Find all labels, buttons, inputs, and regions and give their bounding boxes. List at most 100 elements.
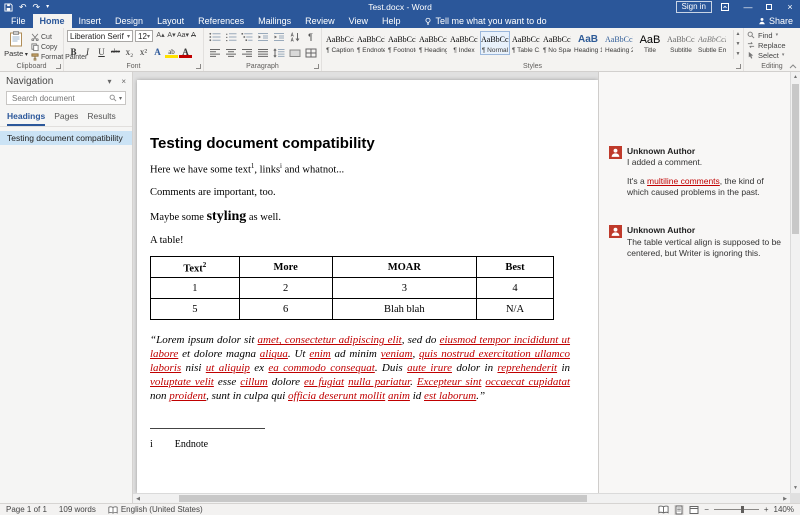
font-color-button[interactable]: A — [179, 45, 192, 58]
style-heading[interactable]: AaBbCcI ¶ Heading — [418, 31, 448, 55]
redo-button[interactable]: ↷ — [33, 0, 41, 14]
ribbon-tab-references[interactable]: References — [191, 14, 251, 28]
customize-qat-dropdown-icon[interactable]: ▾ — [46, 0, 49, 14]
align-center-icon[interactable] — [223, 46, 238, 59]
ribbon-tab-help[interactable]: Help — [375, 14, 408, 28]
borders-icon[interactable] — [303, 46, 318, 59]
cut-button[interactable]: Cut — [31, 33, 60, 41]
text-highlight-color-button[interactable]: ab — [165, 45, 178, 58]
font-dialog-launcher[interactable] — [196, 64, 201, 69]
increase-indent-icon[interactable] — [271, 30, 286, 43]
style-endnote-c[interactable]: AaBbCcI ¶ Endnote C... — [356, 31, 386, 55]
ribbon-tab-review[interactable]: Review — [298, 14, 342, 28]
vertical-scrollbar[interactable]: ▲ ▼ — [790, 72, 800, 493]
style-caption[interactable]: AaBbCcI ¶ Caption — [325, 31, 355, 55]
comment-1[interactable]: Unknown Author I added a comment. It's a m… — [609, 146, 782, 198]
navigation-close-icon[interactable]: × — [121, 77, 126, 86]
zoom-in-button[interactable]: + — [764, 505, 769, 514]
clipboard-dialog-launcher[interactable] — [56, 64, 61, 69]
copy-button[interactable]: Copy — [31, 43, 60, 51]
styles-dialog-launcher[interactable] — [736, 64, 741, 69]
underline-button[interactable]: U — [95, 45, 108, 58]
change-case-button[interactable]: Aa▾ — [177, 30, 189, 42]
subscript-button[interactable]: x₂ — [123, 45, 136, 58]
ribbon-display-options-button[interactable] — [721, 3, 733, 11]
scroll-down-icon[interactable]: ▼ — [791, 483, 800, 493]
save-icon[interactable] — [4, 2, 13, 12]
styles-more-icon[interactable]: ▼ — [734, 50, 742, 59]
collapse-ribbon-icon[interactable] — [789, 64, 797, 69]
style-heading-1[interactable]: AaB Heading 1 — [573, 31, 603, 55]
font-size-combo[interactable]: 12 ▾ — [135, 30, 153, 42]
horizontal-scrollbar[interactable]: ◀ ▶ — [133, 493, 790, 503]
styles-scroll-up-icon[interactable]: ▲ — [734, 30, 742, 39]
zoom-level[interactable]: 140% — [774, 505, 794, 514]
restore-button[interactable] — [763, 0, 775, 14]
superscript-button[interactable]: x² — [137, 45, 150, 58]
clear-formatting-button[interactable]: A — [188, 30, 199, 42]
style-normal[interactable]: AaBbCcI ¶ Normal — [480, 31, 510, 55]
numbering-icon[interactable] — [223, 30, 238, 43]
show-paragraph-marks-icon[interactable]: ¶ — [303, 30, 318, 43]
decrease-indent-icon[interactable] — [255, 30, 270, 43]
scroll-up-icon[interactable]: ▲ — [791, 72, 800, 82]
paragraph-dialog-launcher[interactable] — [314, 64, 319, 69]
sign-in-button[interactable]: Sign in — [675, 1, 712, 13]
navigation-heading-item[interactable]: Testing document compatibility — [0, 131, 132, 145]
word-count[interactable]: 109 words — [59, 505, 96, 514]
style-table-c[interactable]: AaBbCcI ¶ Table C... — [511, 31, 541, 55]
ribbon-tab-mailings[interactable]: Mailings — [251, 14, 298, 28]
style-index[interactable]: AaBbCcI ¶ Index — [449, 31, 479, 55]
find-button[interactable]: Find ▾ — [747, 30, 797, 40]
zoom-slider[interactable] — [713, 506, 759, 513]
font-family-combo[interactable]: Liberation Serif ▾ — [67, 30, 133, 42]
select-button[interactable]: Select ▾ — [747, 50, 797, 60]
search-icon[interactable] — [109, 94, 117, 102]
bullets-icon[interactable] — [207, 30, 222, 43]
ribbon-tab-design[interactable]: Design — [108, 14, 150, 28]
ribbon-tab-home[interactable]: Home — [32, 14, 72, 28]
ribbon-tab-insert[interactable]: Insert — [72, 14, 109, 28]
justify-icon[interactable] — [255, 46, 270, 59]
navigation-options-icon[interactable]: ▾ — [108, 77, 112, 86]
style-heading-2[interactable]: AaBbCcI Heading 2 — [604, 31, 634, 55]
shading-icon[interactable] — [287, 46, 302, 59]
ribbon-tab-file[interactable]: File — [4, 14, 33, 28]
text-effects-button[interactable]: A — [151, 45, 164, 58]
search-input[interactable] — [10, 92, 107, 104]
style-subtle-em[interactable]: AaBbCcI Subtle Em... — [697, 31, 727, 55]
scroll-right-icon[interactable]: ▶ — [780, 494, 790, 503]
document-page[interactable]: Testing document compatibility Here we h… — [137, 80, 598, 493]
style-subtitle[interactable]: AaBbCcI Subtitle — [666, 31, 696, 55]
styles-scroll-down-icon[interactable]: ▼ — [734, 40, 742, 49]
page-indicator[interactable]: Page 1 of 1 — [6, 505, 47, 514]
read-mode-icon[interactable] — [658, 505, 669, 514]
comment-2[interactable]: Unknown Author The table vertical align i… — [609, 225, 782, 258]
style-footnote[interactable]: AaBbCcI ¶ Footnote... — [387, 31, 417, 55]
print-layout-icon[interactable] — [674, 504, 685, 515]
paste-button[interactable]: Paste ▾ — [3, 30, 29, 58]
align-right-icon[interactable] — [239, 46, 254, 59]
web-layout-icon[interactable] — [689, 505, 699, 515]
style-title[interactable]: AaB Title — [635, 31, 665, 55]
minimize-button[interactable]: — — [742, 0, 754, 14]
search-dropdown-icon[interactable]: ▾ — [119, 95, 122, 102]
zoom-slider-thumb[interactable] — [740, 506, 744, 513]
bold-button[interactable]: B — [67, 45, 80, 58]
search-document-box[interactable]: ▾ — [6, 91, 126, 105]
scroll-left-icon[interactable]: ◀ — [133, 494, 143, 503]
tell-me-box[interactable]: Tell me what you want to do — [424, 14, 547, 28]
close-button[interactable]: × — [784, 0, 796, 14]
navigation-tab-results[interactable]: Results — [87, 111, 115, 126]
align-left-icon[interactable] — [207, 46, 222, 59]
style-no-spac[interactable]: AaBbCcI ¶ No Spac... — [542, 31, 572, 55]
line-spacing-icon[interactable] — [271, 46, 286, 59]
ribbon-tab-view[interactable]: View — [342, 14, 375, 28]
vertical-scrollbar-thumb[interactable] — [792, 84, 799, 234]
italic-button[interactable]: I — [81, 45, 94, 58]
language-indicator[interactable]: English (United States) — [108, 505, 203, 514]
grow-font-button[interactable]: A▴ — [155, 30, 166, 42]
format-painter-button[interactable]: Format Painter — [31, 53, 87, 61]
ribbon-tab-layout[interactable]: Layout — [150, 14, 191, 28]
strikethrough-button[interactable]: abc — [109, 45, 122, 58]
